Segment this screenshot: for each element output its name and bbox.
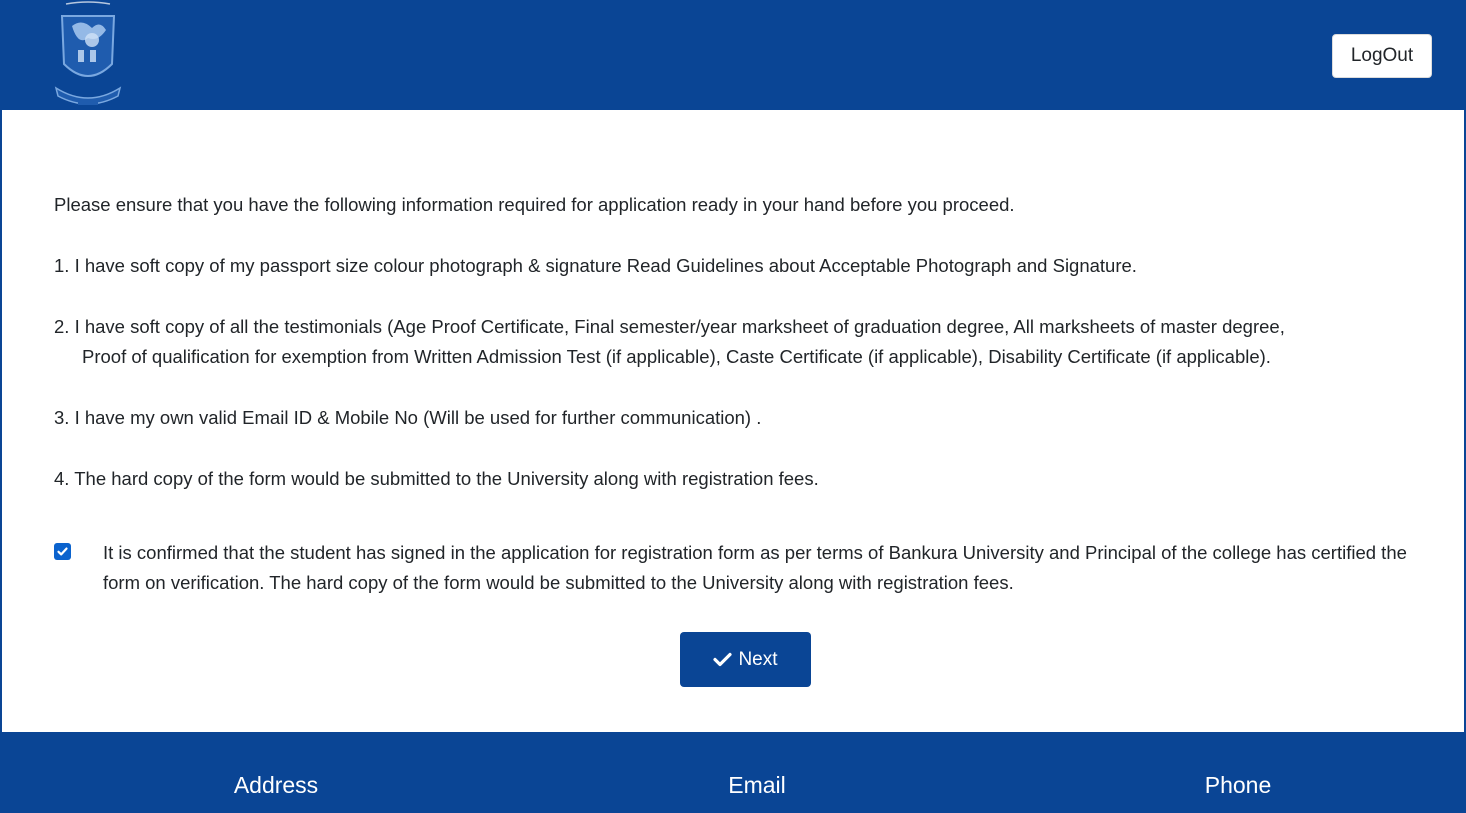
requirement-item-4-text: 4. The hard copy of the form would be su… <box>54 468 819 489</box>
intro-text: Please ensure that you have the followin… <box>54 194 1015 215</box>
next-button[interactable]: Next <box>680 632 811 687</box>
confirm-text: It is confirmed that the student has sig… <box>103 542 1407 593</box>
confirmation-row: It is confirmed that the student has sig… <box>54 538 1434 598</box>
next-button-label: Next <box>738 648 778 670</box>
logout-button[interactable]: LogOut <box>1332 34 1432 78</box>
header-bar: LogOut <box>2 0 1464 110</box>
university-logo <box>52 0 124 108</box>
check-icon <box>713 652 733 667</box>
footer-bar: Address Email Phone <box>2 732 1464 813</box>
requirement-item-2-line2: Proof of qualification for exemption fro… <box>82 346 1271 367</box>
university-emblem-icon <box>54 1 122 105</box>
instructions: Please ensure that you have the followin… <box>54 190 1434 525</box>
requirement-item-4: 4. The hard copy of the form would be su… <box>54 464 1434 494</box>
footer-phone-heading: Phone <box>1204 772 1272 798</box>
page: LogOut Please ensure that you have the f… <box>0 0 1466 813</box>
requirement-item-1: 1. I have soft copy of my passport size … <box>54 251 1434 281</box>
footer-address-heading: Address <box>233 772 319 798</box>
requirement-item-3: 3. I have my own valid Email ID & Mobile… <box>54 403 1434 433</box>
confirm-checkbox[interactable] <box>54 543 71 560</box>
footer-email-heading: Email <box>728 772 786 798</box>
requirement-item-3-text: 3. I have my own valid Email ID & Mobile… <box>54 407 762 428</box>
checkmark-icon <box>57 547 68 556</box>
requirement-item-2-line1: 2. I have soft copy of all the testimoni… <box>54 316 1285 337</box>
requirement-item-1-text: 1. I have soft copy of my passport size … <box>54 255 1137 276</box>
requirement-item-2: 2. I have soft copy of all the testimoni… <box>54 312 1434 372</box>
